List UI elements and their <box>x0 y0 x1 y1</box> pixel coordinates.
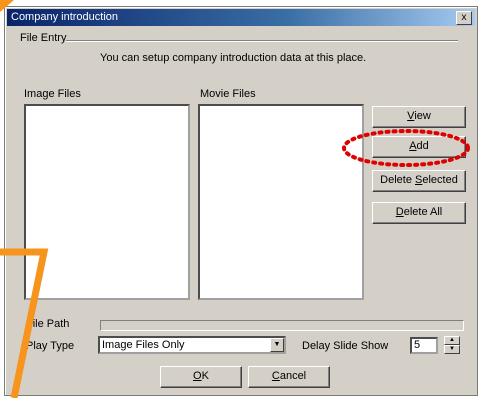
close-button[interactable]: x <box>456 11 472 25</box>
file-path-label: File Path <box>26 318 70 330</box>
delay-input[interactable]: 5 <box>410 337 438 354</box>
delay-spinner[interactable]: ▲ ▼ <box>444 336 460 354</box>
cancel-button[interactable]: Cancel <box>248 366 330 388</box>
image-files-label: Image Files <box>24 88 81 100</box>
play-type-select[interactable]: Image Files Only ▼ <box>98 336 286 354</box>
delete-selected-button[interactable]: Delete Selected <box>372 170 466 192</box>
file-entry-group-label: File Entry <box>20 32 67 44</box>
spin-up-icon[interactable]: ▲ <box>444 336 460 345</box>
window-title: Company introduction <box>11 11 119 23</box>
play-type-label: Play Type <box>26 340 75 352</box>
info-text: You can setup company introduction data … <box>100 52 367 64</box>
view-button[interactable]: View <box>372 106 466 128</box>
title-bar[interactable]: Company introduction x <box>7 9 475 26</box>
group-divider <box>66 40 458 42</box>
spin-down-icon[interactable]: ▼ <box>444 345 460 354</box>
image-files-list[interactable] <box>24 104 190 300</box>
file-path-field[interactable] <box>100 320 464 331</box>
delay-slide-show-label: Delay Slide Show <box>302 340 389 352</box>
movie-files-label: Movie Files <box>200 88 256 100</box>
chevron-down-icon[interactable]: ▼ <box>270 338 284 352</box>
play-type-value: Image Files Only <box>102 339 185 351</box>
delete-all-button[interactable]: Delete All <box>372 202 466 224</box>
movie-files-list[interactable] <box>198 104 364 300</box>
add-button[interactable]: Add <box>372 136 466 158</box>
ok-button[interactable]: OK <box>160 366 242 388</box>
